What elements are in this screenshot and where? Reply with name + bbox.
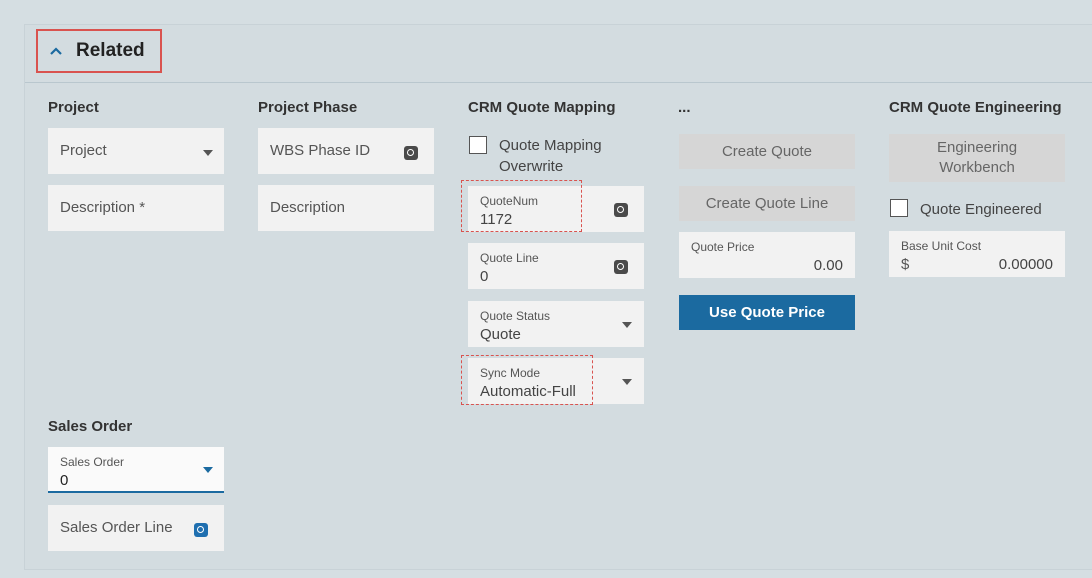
phase-description-placeholder: Description [270, 199, 346, 216]
quote-status-value: Quote [480, 326, 521, 343]
quote-num-highlight [461, 180, 582, 232]
sales-order-line-placeholder: Sales Order Line [60, 519, 173, 536]
use-quote-price-button[interactable]: Use Quote Price [679, 295, 855, 330]
project-placeholder: Project [60, 142, 107, 159]
phase-description-field[interactable]: Description [258, 185, 434, 231]
quote-price-value: 0.00 [813, 257, 843, 274]
base-unit-cost-label: Base Unit Cost [901, 239, 982, 253]
project-phase-heading: Project Phase [258, 99, 358, 116]
currency-symbol: $ [901, 256, 910, 273]
quote-line-value: 0 [480, 268, 489, 285]
quote-mapping-overwrite-checkbox[interactable] [469, 136, 487, 154]
base-unit-cost-field[interactable]: Base Unit Cost $ 0.00000 [889, 231, 1065, 277]
divider [25, 82, 1092, 83]
related-section-toggle[interactable]: Related [36, 29, 162, 73]
wbs-phase-placeholder: WBS Phase ID [270, 142, 371, 159]
engineering-workbench-button[interactable]: Engineering Workbench [889, 134, 1065, 182]
description-placeholder: Description * [60, 199, 146, 216]
sales-order-line-field[interactable]: Sales Order Line [48, 505, 224, 551]
sales-order-heading: Sales Order [48, 418, 133, 435]
wbs-phase-field[interactable]: WBS Phase ID [258, 128, 434, 174]
base-unit-cost-value: 0.00000 [998, 256, 1053, 273]
section-title: Related [76, 40, 145, 61]
quote-engineered-label: Quote Engineered [920, 201, 1042, 218]
sync-mode-highlight [461, 355, 593, 405]
quote-engineered-checkbox[interactable] [890, 199, 908, 217]
crm-quote-mapping-heading: CRM Quote Mapping [468, 99, 616, 116]
create-quote-button[interactable]: Create Quote [679, 134, 855, 169]
lookup-search-icon[interactable] [614, 203, 628, 217]
actions-heading: ... [678, 99, 691, 116]
workbench-label-line1: Engineering [936, 139, 1018, 156]
lookup-search-icon[interactable] [614, 260, 628, 274]
lookup-search-icon[interactable] [404, 146, 418, 160]
sales-order-select[interactable]: Sales Order 0 [48, 447, 224, 493]
project-select[interactable]: Project [48, 128, 224, 174]
lookup-search-icon[interactable] [194, 523, 208, 537]
quote-line-label: Quote Line [480, 251, 539, 265]
quote-mapping-label: Quote Mapping [499, 137, 602, 154]
chevron-down-icon [203, 467, 213, 473]
workbench-label-line2: Workbench [939, 159, 1015, 176]
quote-price-label: Quote Price [691, 240, 755, 254]
quote-price-field[interactable]: Quote Price 0.00 [679, 232, 855, 278]
chevron-down-icon [622, 322, 632, 328]
chevron-up-icon [46, 41, 66, 61]
sales-order-value: 0 [60, 472, 69, 489]
crm-quote-engineering-heading: CRM Quote Engineering [889, 99, 1062, 116]
quote-line-field[interactable]: Quote Line 0 [468, 243, 644, 289]
chevron-down-icon [622, 379, 632, 385]
chevron-down-icon [203, 150, 213, 156]
overwrite-label: Overwrite [499, 158, 564, 175]
project-description-field[interactable]: Description * [48, 185, 224, 231]
quote-status-select[interactable]: Quote Status Quote [468, 301, 644, 347]
sales-order-label: Sales Order [60, 455, 125, 469]
quote-status-label: Quote Status [480, 309, 551, 323]
project-heading: Project [48, 99, 99, 116]
create-quote-line-button[interactable]: Create Quote Line [679, 186, 855, 221]
